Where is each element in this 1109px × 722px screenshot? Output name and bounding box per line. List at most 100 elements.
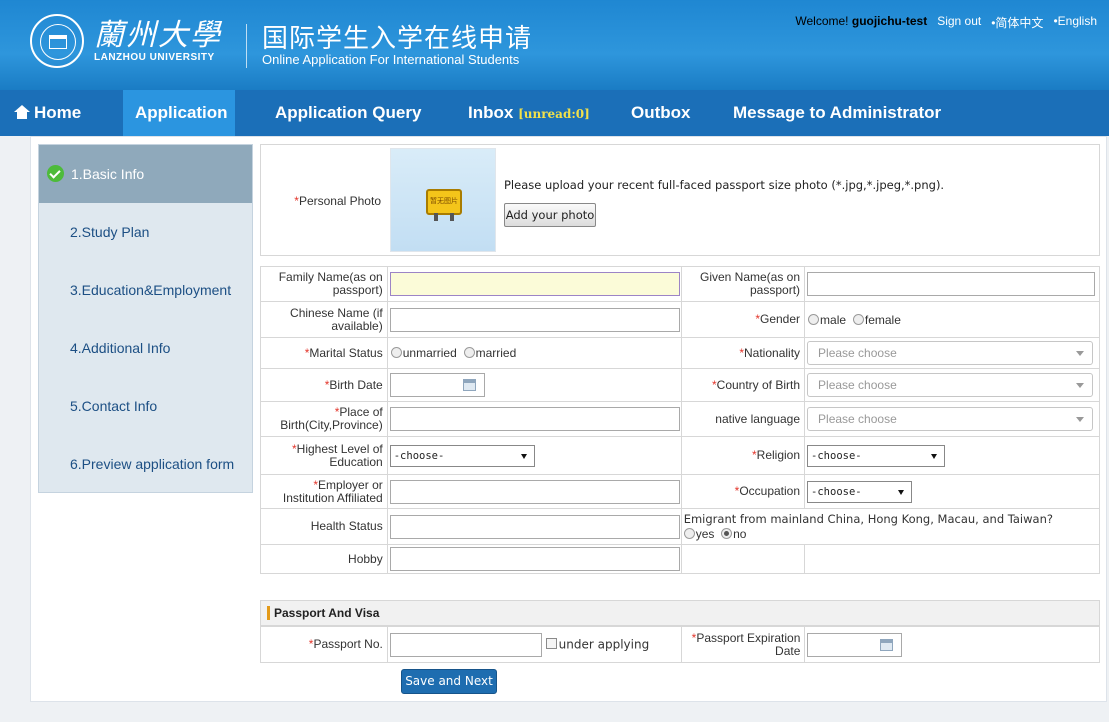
nav-outbox[interactable]: Outbox	[619, 90, 703, 136]
calendar-icon[interactable]	[880, 638, 894, 651]
chevron-down-icon	[1076, 351, 1085, 356]
username: guojichu-test	[851, 14, 928, 28]
birth-date-input[interactable]	[389, 373, 485, 397]
hobby-input[interactable]	[389, 547, 680, 571]
logo-english-name: LANZHOU UNIVERSITY	[94, 51, 215, 63]
health-status-input[interactable]	[389, 514, 680, 539]
step-contact-info[interactable]: 5.Contact Info	[39, 377, 252, 435]
chinese-name-label: Chinese Name (if available)	[260, 301, 388, 338]
emigrant-question: Emigrant from mainland China, Hong Kong,…	[683, 511, 1053, 526]
main-panel: 1.Basic Info 2.Study Plan 3.Education&Em…	[30, 136, 1107, 702]
given-name-input[interactable]	[807, 272, 1096, 296]
nationality-select[interactable]: Please choose	[807, 341, 1094, 365]
main-nav: Home Application Application Query Inbox…	[0, 90, 1109, 136]
employer-label: *Employer or Institution Affiliated	[260, 474, 388, 509]
site-title-chinese: 国际学生入学在线申请	[262, 24, 533, 54]
step-study-plan[interactable]: 2.Study Plan	[39, 203, 252, 261]
country-of-birth-label: *Country of Birth	[680, 368, 806, 402]
sign-out-link[interactable]: Sign out	[937, 14, 981, 31]
welcome-text: Welcome! guojichu-test	[795, 14, 928, 28]
marital-married-radio[interactable]	[463, 347, 475, 358]
chevron-down-icon	[898, 489, 905, 495]
step-preview-form[interactable]: 6.Preview application form	[39, 435, 252, 493]
nav-home[interactable]: Home	[2, 90, 93, 136]
gender-male-radio[interactable]	[808, 313, 820, 325]
gender-label: *Gender	[680, 301, 806, 338]
unread-badge: [unread:0]	[518, 107, 590, 121]
emigrant-no-radio[interactable]	[721, 527, 733, 539]
chevron-down-icon	[1076, 383, 1085, 388]
country-of-birth-select[interactable]: Please choose	[807, 373, 1094, 397]
chevron-down-icon	[520, 453, 527, 459]
marital-married-label: married	[475, 346, 517, 360]
lang-chinese-link[interactable]: •简体中文	[991, 14, 1043, 31]
check-icon	[47, 165, 64, 182]
lang-english-link[interactable]: •English	[1053, 14, 1097, 31]
nav-inbox-label: Inbox	[468, 103, 514, 122]
religion-select[interactable]: -choose-	[807, 444, 946, 467]
nav-application-query[interactable]: Application Query	[263, 90, 433, 136]
university-logo[interactable]: 蘭州大學 LANZHOU UNIVERSITY	[30, 14, 222, 68]
occupation-select[interactable]: -choose-	[807, 480, 913, 503]
place-of-birth-input[interactable]	[389, 407, 680, 431]
passport-table: *Passport No. under applying *Passport E…	[260, 626, 1100, 663]
gender-female-radio[interactable]	[852, 313, 864, 325]
site-title-english: Online Application For International Stu…	[262, 52, 520, 67]
save-and-next-button[interactable]: Save and Next	[401, 669, 497, 694]
gender-female-label: female	[864, 312, 901, 327]
highest-education-select[interactable]: -choose-	[389, 444, 535, 467]
marital-status-label: *Marital Status	[260, 337, 388, 369]
health-status-label: Health Status	[260, 508, 388, 545]
user-links: Welcome! guojichu-test Sign out •简体中文 •E…	[795, 14, 1097, 31]
nav-inbox[interactable]: Inbox [unread:0]	[456, 90, 602, 136]
chevron-down-icon	[931, 453, 938, 459]
photo-section: *Personal Photo 暂无图片 Please upload your …	[260, 144, 1100, 256]
step-education-employment[interactable]: 3.Education&Employment	[39, 261, 252, 319]
religion-label: *Religion	[680, 436, 806, 475]
native-language-select[interactable]: Please choose	[807, 407, 1094, 431]
occupation-label: *Occupation	[680, 474, 806, 509]
add-photo-button[interactable]: Add your photo	[504, 203, 596, 227]
step-additional-info[interactable]: 4.Additional Info	[39, 319, 252, 377]
nav-message-admin[interactable]: Message to Administrator	[721, 90, 953, 136]
birth-date-label: *Birth Date	[260, 368, 388, 402]
nav-home-label: Home	[34, 103, 82, 122]
step-label: 1.Basic Info	[71, 166, 145, 182]
family-name-label: Family Name(as on passport)	[260, 266, 388, 302]
site-header: 蘭州大學 LANZHOU UNIVERSITY 国际学生入学在线申请 Onlin…	[0, 0, 1109, 90]
passport-expiration-input[interactable]	[807, 632, 903, 657]
marital-unmarried-radio[interactable]	[390, 347, 402, 358]
photo-instruction: Please upload your recent full-faced pas…	[504, 178, 945, 192]
step-sidebar: 1.Basic Info 2.Study Plan 3.Education&Em…	[38, 144, 253, 493]
passport-expiration-label: *Passport Expiration Date	[680, 626, 806, 663]
native-language-label: native language	[680, 401, 806, 437]
nav-application[interactable]: Application	[123, 90, 235, 136]
highest-education-label: *Highest Level of Education	[260, 436, 388, 475]
emigrant-yes-radio[interactable]	[683, 527, 695, 539]
passport-section-header: Passport And Visa	[260, 600, 1100, 626]
no-image-sign-icon: 暂无图片	[426, 189, 462, 221]
header-divider	[246, 24, 247, 68]
calendar-icon[interactable]	[462, 379, 476, 391]
marital-unmarried-label: unmarried	[402, 346, 457, 360]
logo-chinese-name: 蘭州大學	[94, 17, 222, 53]
under-applying-label: under applying	[558, 637, 650, 651]
university-seal-icon	[30, 14, 84, 68]
under-applying-checkbox[interactable]	[545, 638, 557, 649]
gender-male-label: male	[820, 312, 847, 327]
home-icon	[14, 105, 30, 119]
step-basic-info[interactable]: 1.Basic Info	[39, 145, 252, 203]
passport-no-label: *Passport No.	[260, 626, 388, 663]
family-name-input[interactable]	[389, 272, 680, 296]
chevron-down-icon	[1076, 417, 1085, 422]
passport-section-title: Passport And Visa	[267, 606, 379, 620]
basic-info-table: Family Name(as on passport) Given Name(a…	[260, 266, 1101, 574]
nationality-label: *Nationality	[680, 337, 806, 369]
given-name-label: Given Name(as on passport)	[680, 266, 806, 302]
chinese-name-input[interactable]	[389, 307, 680, 332]
employer-input[interactable]	[389, 479, 680, 504]
photo-placeholder: 暂无图片	[390, 148, 496, 252]
place-of-birth-label: *Place of Birth(City,Province)	[260, 401, 388, 437]
emigrant-no-label: no	[733, 526, 747, 541]
passport-no-input[interactable]	[389, 632, 542, 657]
